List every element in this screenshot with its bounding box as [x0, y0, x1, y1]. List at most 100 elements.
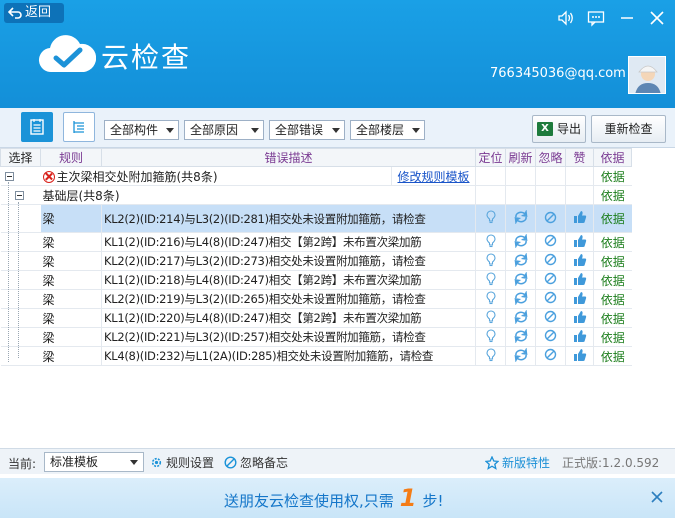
collapse-toggle[interactable] [4, 172, 14, 181]
basis-link[interactable]: 依据 [601, 212, 625, 226]
refresh-icon[interactable] [513, 308, 529, 327]
cloud-check-logo-icon [39, 35, 96, 73]
volume-icon[interactable] [556, 8, 576, 28]
refresh-icon[interactable] [513, 209, 529, 227]
rule-cell: 梁 [40, 308, 102, 328]
error-description: KL4(8)(ID:232)与L1(2A)(ID:285)相交处未设置附加箍筋，… [100, 346, 476, 366]
ignore-icon[interactable] [544, 291, 557, 307]
basis-link[interactable]: 依据 [601, 236, 625, 250]
thumbs-up-icon[interactable] [573, 210, 587, 227]
tree-view-button[interactable] [63, 112, 95, 142]
table-row[interactable]: 梁 KL1(2)(ID:218)与L4(8)(ID:247)相交【第2跨】未布置次… [0, 270, 632, 290]
error-filter-dropdown[interactable]: 全部错误 [269, 120, 345, 140]
locate-icon[interactable] [485, 271, 497, 289]
thumbs-up-icon[interactable] [573, 272, 587, 289]
basis-link[interactable]: 依据 [601, 189, 625, 203]
ignore-icon[interactable] [544, 329, 557, 345]
component-filter-dropdown[interactable]: 全部构件 [104, 120, 179, 140]
thumbs-up-icon[interactable] [573, 310, 587, 327]
table-row[interactable]: 梁 KL2(2)(ID:214)与L3(2)(ID:281)相交处未设置附加箍筋，… [0, 204, 632, 233]
basis-link[interactable]: 依据 [601, 312, 625, 326]
close-icon[interactable] [647, 8, 667, 28]
ignore-icon[interactable] [544, 234, 557, 250]
basis-link[interactable]: 依据 [601, 170, 625, 184]
group-row[interactable]: 主次梁相交处附加箍筋(共8条) 修改规则模板 依据 [0, 166, 632, 186]
ignore-icon[interactable] [544, 272, 557, 288]
reason-filter-dropdown[interactable]: 全部原因 [184, 120, 264, 140]
thumbs-up-icon[interactable] [573, 291, 587, 308]
thumbs-up-icon[interactable] [573, 329, 587, 346]
refresh-icon[interactable] [513, 346, 529, 365]
thumbs-up-icon[interactable] [573, 253, 587, 270]
list-view-button[interactable] [21, 112, 53, 142]
row-select-cell[interactable] [0, 270, 41, 290]
export-button[interactable]: X 导出 [532, 115, 586, 143]
refresh-icon[interactable] [513, 232, 529, 251]
col-description: 错误描述 [100, 148, 477, 167]
tree-guide [8, 182, 9, 362]
row-select-cell[interactable] [0, 308, 41, 328]
star-icon [485, 455, 499, 470]
floor-filter-dropdown[interactable]: 全部楼层 [350, 120, 425, 140]
rule-cell: 梁 [40, 251, 102, 271]
app-title: 云检查 [101, 41, 192, 74]
template-select[interactable]: 标准模板 [44, 452, 144, 472]
collapse-toggle[interactable] [14, 191, 24, 200]
promo-banner[interactable]: 送朋友云检查使用权,只需 1 步! [0, 478, 675, 518]
rule-cell: 梁 [40, 204, 102, 233]
row-select-cell[interactable] [0, 232, 41, 252]
thumbs-up-icon[interactable] [573, 234, 587, 251]
row-select-cell[interactable] [0, 289, 41, 309]
ignore-icon[interactable] [544, 211, 557, 227]
banner-close-icon[interactable] [648, 488, 666, 506]
basis-link[interactable]: 依据 [601, 293, 625, 307]
results-table: 选择 规则 错误描述 定位 刷新 忽略 赞 依据 主次梁相交处附加箍筋(共8条)… [0, 148, 675, 448]
ignore-notes-button[interactable]: 忽略备忘 [224, 454, 288, 471]
ignore-icon[interactable] [544, 253, 557, 269]
new-features-button[interactable]: 新版特性 [485, 454, 550, 471]
basis-link[interactable]: 依据 [601, 331, 625, 345]
table-row[interactable]: 梁 KL2(2)(ID:219)与L3(2)(ID:265)相交处未设置附加箍筋，… [0, 289, 632, 309]
recheck-button[interactable]: 重新检查 [591, 115, 666, 143]
ignore-circle-icon [224, 456, 237, 469]
ignore-icon[interactable] [544, 348, 557, 364]
locate-icon[interactable] [485, 347, 497, 365]
subgroup-row[interactable]: 基础层(共8条) 依据 [0, 185, 632, 205]
locate-icon[interactable] [485, 328, 497, 346]
locate-icon[interactable] [485, 309, 497, 327]
rule-settings-button[interactable]: 规则设置 [150, 454, 214, 471]
row-select-cell[interactable] [0, 346, 41, 366]
table-row[interactable]: 梁 KL1(2)(ID:220)与L4(8)(ID:247)相交【第2跨】未布置次… [0, 308, 632, 328]
row-select-cell[interactable] [0, 327, 41, 347]
ignore-icon[interactable] [544, 310, 557, 326]
rule-cell: 梁 [40, 327, 102, 347]
error-description: KL2(2)(ID:219)与L3(2)(ID:265)相交处未设置附加箍筋，请… [100, 289, 476, 309]
row-select-cell[interactable] [0, 204, 41, 233]
col-refresh: 刷新 [505, 148, 537, 167]
locate-icon[interactable] [485, 290, 497, 308]
table-row[interactable]: 梁 KL4(8)(ID:232)与L1(2A)(ID:285)相交处未设置附加箍筋… [0, 346, 632, 366]
basis-link[interactable]: 依据 [601, 350, 625, 364]
group-title: 主次梁相交处附加箍筋(共8条) [56, 169, 218, 184]
message-icon[interactable] [586, 8, 606, 28]
chevron-down-icon [251, 128, 259, 133]
refresh-icon[interactable] [513, 289, 529, 308]
locate-icon[interactable] [485, 233, 497, 251]
basis-link[interactable]: 依据 [601, 255, 625, 269]
locate-icon[interactable] [485, 210, 497, 227]
table-row[interactable]: 梁 KL1(2)(ID:216)与L4(8)(ID:247)相交【第2跨】未布置次… [0, 232, 632, 252]
table-row[interactable]: 梁 KL2(2)(ID:217)与L3(2)(ID:273)相交处未设置附加箍筋，… [0, 251, 632, 271]
row-select-cell[interactable] [0, 251, 41, 271]
minimize-icon[interactable] [617, 8, 637, 28]
avatar[interactable] [628, 56, 666, 94]
locate-icon[interactable] [485, 252, 497, 270]
table-row[interactable]: 梁 KL2(2)(ID:221)与L3(2)(ID:257)相交处未设置附加箍筋，… [0, 327, 632, 347]
refresh-icon[interactable] [513, 251, 529, 270]
edit-rule-template-link[interactable]: 修改规则模板 [398, 170, 470, 184]
refresh-icon[interactable] [513, 327, 529, 346]
back-button[interactable]: 返回 [4, 3, 64, 23]
error-description: KL1(2)(ID:220)与L4(8)(ID:247)相交【第2跨】未布置次梁… [100, 308, 476, 328]
thumbs-up-icon[interactable] [573, 348, 587, 365]
refresh-icon[interactable] [513, 270, 529, 289]
basis-link[interactable]: 依据 [601, 274, 625, 288]
